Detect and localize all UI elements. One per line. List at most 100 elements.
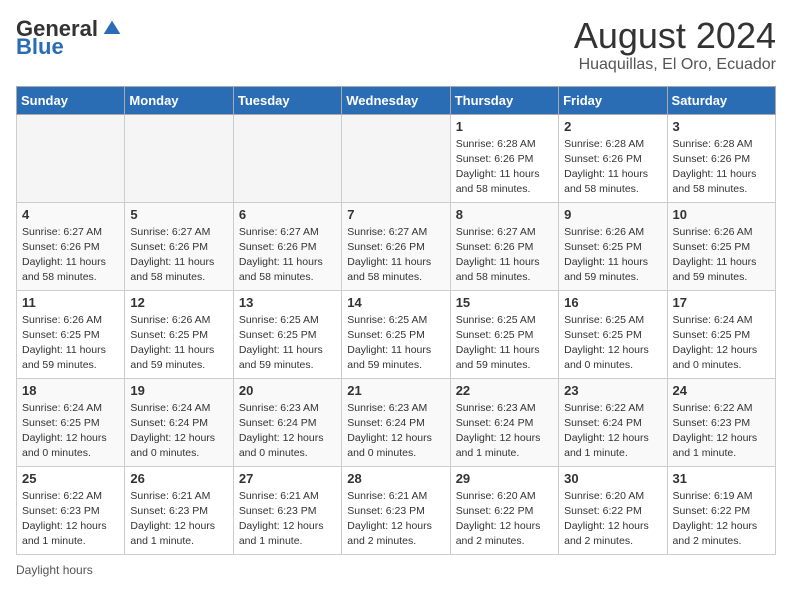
calendar-cell: 9Sunrise: 6:26 AM Sunset: 6:25 PM Daylig…	[559, 202, 667, 290]
calendar-cell	[125, 114, 233, 202]
day-number: 20	[239, 383, 336, 398]
calendar-cell: 14Sunrise: 6:25 AM Sunset: 6:25 PM Dayli…	[342, 290, 450, 378]
day-number: 23	[564, 383, 661, 398]
weekday-header-sunday: Sunday	[17, 86, 125, 114]
day-number: 19	[130, 383, 227, 398]
weekday-header-saturday: Saturday	[667, 86, 775, 114]
calendar-cell: 4 Sunrise: 6:27 AM Sunset: 6:26 PM Daylig…	[17, 202, 125, 290]
day-number: 24	[673, 383, 770, 398]
day-info: Sunrise: 6:20 AM Sunset: 6:22 PM Dayligh…	[456, 489, 553, 550]
calendar-cell: 29 Sunrise: 6:20 AM Sunset: 6:22 PM Dayli…	[450, 466, 558, 554]
calendar-cell: 23 Sunrise: 6:22 AM Sunset: 6:24 PM Dayli…	[559, 378, 667, 466]
day-number: 30	[564, 471, 661, 486]
day-number: 27	[239, 471, 336, 486]
page-header: General Blue August 2024 Huaquillas, El …	[16, 16, 776, 74]
calendar-week-row: 25Sunrise: 6:22 AM Sunset: 6:23 PM Dayli…	[17, 466, 776, 554]
day-info: Sunrise: 6:23 AM Sunset: 6:24 PM Dayligh…	[347, 401, 444, 462]
calendar-cell: 25Sunrise: 6:22 AM Sunset: 6:23 PM Dayli…	[17, 466, 125, 554]
footer: Daylight hours	[16, 563, 776, 577]
day-info: Sunrise: 6:28 AM Sunset: 6:26 PM Dayligh…	[673, 137, 770, 198]
day-info: Sunrise: 6:21 AM Sunset: 6:23 PM Dayligh…	[130, 489, 227, 550]
day-info: Sunrise: 6:23 AM Sunset: 6:24 PM Dayligh…	[456, 401, 553, 462]
day-info: Sunrise: 6:25 AM Sunset: 6:25 PM Dayligh…	[456, 313, 553, 374]
calendar-cell: 8 Sunrise: 6:27 AM Sunset: 6:26 PM Daylig…	[450, 202, 558, 290]
calendar-cell: 18 Sunrise: 6:24 AM Sunset: 6:25 PM Dayli…	[17, 378, 125, 466]
day-number: 3	[673, 119, 770, 134]
calendar-week-row: 1 Sunrise: 6:28 AM Sunset: 6:26 PM Daylig…	[17, 114, 776, 202]
calendar-week-row: 4 Sunrise: 6:27 AM Sunset: 6:26 PM Daylig…	[17, 202, 776, 290]
day-info: Sunrise: 6:27 AM Sunset: 6:26 PM Dayligh…	[22, 225, 119, 286]
day-info: Sunrise: 6:27 AM Sunset: 6:26 PM Dayligh…	[239, 225, 336, 286]
day-number: 9	[564, 207, 661, 222]
day-number: 29	[456, 471, 553, 486]
calendar-cell: 27 Sunrise: 6:21 AM Sunset: 6:23 PM Dayli…	[233, 466, 341, 554]
calendar-cell: 24Sunrise: 6:22 AM Sunset: 6:23 PM Dayli…	[667, 378, 775, 466]
calendar-cell: 7 Sunrise: 6:27 AM Sunset: 6:26 PM Daylig…	[342, 202, 450, 290]
day-number: 18	[22, 383, 119, 398]
calendar-cell: 22 Sunrise: 6:23 AM Sunset: 6:24 PM Dayli…	[450, 378, 558, 466]
calendar-cell: 17Sunrise: 6:24 AM Sunset: 6:25 PM Dayli…	[667, 290, 775, 378]
logo-icon	[102, 19, 122, 39]
calendar-cell: 26Sunrise: 6:21 AM Sunset: 6:23 PM Dayli…	[125, 466, 233, 554]
day-number: 31	[673, 471, 770, 486]
day-number: 25	[22, 471, 119, 486]
calendar-table: SundayMondayTuesdayWednesdayThursdayFrid…	[16, 86, 776, 555]
calendar-cell: 11 Sunrise: 6:26 AM Sunset: 6:25 PM Dayli…	[17, 290, 125, 378]
calendar-cell: 20 Sunrise: 6:23 AM Sunset: 6:24 PM Dayli…	[233, 378, 341, 466]
footer-note: Daylight hours	[16, 563, 93, 577]
day-info: Sunrise: 6:24 AM Sunset: 6:25 PM Dayligh…	[22, 401, 119, 462]
calendar-cell: 16Sunrise: 6:25 AM Sunset: 6:25 PM Dayli…	[559, 290, 667, 378]
day-number: 2	[564, 119, 661, 134]
day-number: 12	[130, 295, 227, 310]
calendar-cell	[342, 114, 450, 202]
calendar-cell: 31 Sunrise: 6:19 AM Sunset: 6:22 PM Dayli…	[667, 466, 775, 554]
day-number: 7	[347, 207, 444, 222]
calendar-cell: 21 Sunrise: 6:23 AM Sunset: 6:24 PM Dayli…	[342, 378, 450, 466]
day-info: Sunrise: 6:27 AM Sunset: 6:26 PM Dayligh…	[347, 225, 444, 286]
title-block: August 2024 Huaquillas, El Oro, Ecuador	[574, 16, 776, 74]
day-number: 22	[456, 383, 553, 398]
day-info: Sunrise: 6:23 AM Sunset: 6:24 PM Dayligh…	[239, 401, 336, 462]
weekday-header-thursday: Thursday	[450, 86, 558, 114]
calendar-week-row: 11 Sunrise: 6:26 AM Sunset: 6:25 PM Dayli…	[17, 290, 776, 378]
day-info: Sunrise: 6:27 AM Sunset: 6:26 PM Dayligh…	[456, 225, 553, 286]
day-number: 8	[456, 207, 553, 222]
day-number: 10	[673, 207, 770, 222]
day-info: Sunrise: 6:19 AM Sunset: 6:22 PM Dayligh…	[673, 489, 770, 550]
calendar-cell: 13 Sunrise: 6:25 AM Sunset: 6:25 PM Dayli…	[233, 290, 341, 378]
calendar-cell	[233, 114, 341, 202]
calendar-cell: 15Sunrise: 6:25 AM Sunset: 6:25 PM Dayli…	[450, 290, 558, 378]
logo: General Blue	[16, 16, 122, 60]
weekday-header-monday: Monday	[125, 86, 233, 114]
day-info: Sunrise: 6:24 AM Sunset: 6:24 PM Dayligh…	[130, 401, 227, 462]
calendar-cell: 5Sunrise: 6:27 AM Sunset: 6:26 PM Daylig…	[125, 202, 233, 290]
day-number: 6	[239, 207, 336, 222]
day-info: Sunrise: 6:27 AM Sunset: 6:26 PM Dayligh…	[130, 225, 227, 286]
day-number: 11	[22, 295, 119, 310]
day-number: 1	[456, 119, 553, 134]
calendar-cell: 10Sunrise: 6:26 AM Sunset: 6:25 PM Dayli…	[667, 202, 775, 290]
day-info: Sunrise: 6:26 AM Sunset: 6:25 PM Dayligh…	[130, 313, 227, 374]
calendar-header-row: SundayMondayTuesdayWednesdayThursdayFrid…	[17, 86, 776, 114]
day-number: 21	[347, 383, 444, 398]
calendar-cell: 30Sunrise: 6:20 AM Sunset: 6:22 PM Dayli…	[559, 466, 667, 554]
day-info: Sunrise: 6:28 AM Sunset: 6:26 PM Dayligh…	[564, 137, 661, 198]
day-number: 14	[347, 295, 444, 310]
day-info: Sunrise: 6:21 AM Sunset: 6:23 PM Dayligh…	[347, 489, 444, 550]
day-info: Sunrise: 6:26 AM Sunset: 6:25 PM Dayligh…	[22, 313, 119, 374]
weekday-header-tuesday: Tuesday	[233, 86, 341, 114]
day-number: 13	[239, 295, 336, 310]
weekday-header-wednesday: Wednesday	[342, 86, 450, 114]
day-number: 17	[673, 295, 770, 310]
day-info: Sunrise: 6:25 AM Sunset: 6:25 PM Dayligh…	[239, 313, 336, 374]
day-info: Sunrise: 6:28 AM Sunset: 6:26 PM Dayligh…	[456, 137, 553, 198]
weekday-header-friday: Friday	[559, 86, 667, 114]
calendar-cell: 19 Sunrise: 6:24 AM Sunset: 6:24 PM Dayli…	[125, 378, 233, 466]
main-title: August 2024	[574, 16, 776, 56]
calendar-cell: 1 Sunrise: 6:28 AM Sunset: 6:26 PM Daylig…	[450, 114, 558, 202]
day-info: Sunrise: 6:22 AM Sunset: 6:24 PM Dayligh…	[564, 401, 661, 462]
day-number: 4	[22, 207, 119, 222]
logo-blue-text: Blue	[16, 34, 64, 60]
calendar-cell: 2 Sunrise: 6:28 AM Sunset: 6:26 PM Daylig…	[559, 114, 667, 202]
day-info: Sunrise: 6:21 AM Sunset: 6:23 PM Dayligh…	[239, 489, 336, 550]
